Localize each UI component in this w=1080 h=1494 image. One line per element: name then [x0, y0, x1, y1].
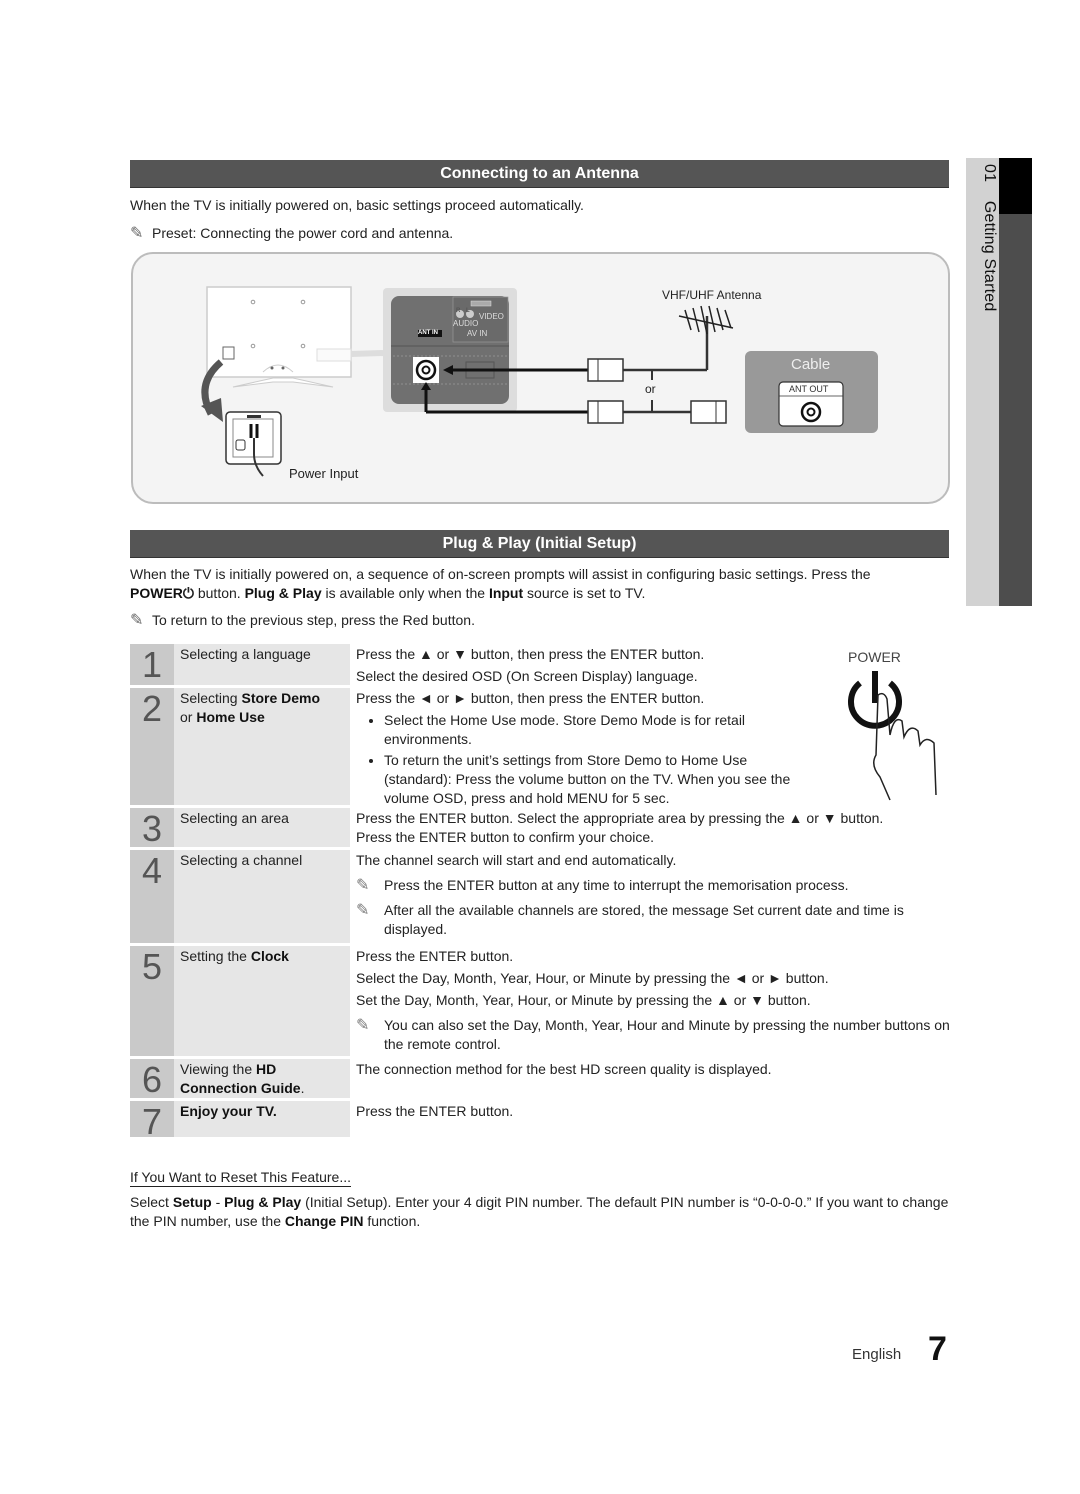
note-pencil-icon: ✎ [356, 877, 370, 894]
footer-language: English [852, 1346, 902, 1363]
step-title: Viewing the HD Connection Guide. [174, 1059, 350, 1098]
note-pencil-icon: ✎ [130, 225, 144, 242]
step-title: Selecting a channel [174, 850, 350, 943]
step-description: The connection method for the best HD sc… [356, 1061, 772, 1077]
step-title: Selecting a language [174, 644, 350, 685]
bullet-item: Select the Home Use mode. Store Demo Mod… [384, 711, 800, 749]
cable-label: Cable [791, 356, 831, 373]
note-pencil-icon: ✎ [130, 612, 144, 629]
audio-label: AUDIO [453, 319, 479, 328]
step-row: 3 Selecting an area Press the ENTER butt… [130, 808, 950, 848]
video-label: VIDEO [479, 312, 504, 321]
step-row: 5 Setting the Clock Press the ENTER butt… [130, 946, 950, 1056]
or-label: or [645, 382, 656, 396]
antenna-label: VHF/UHF Antenna [662, 288, 762, 302]
step-number: 1 [130, 644, 174, 685]
audio-r-label: R [456, 308, 461, 314]
step-number: 3 [130, 808, 174, 848]
chapter-title: Getting Started [981, 200, 998, 312]
step-description: Press the ENTER button. [356, 1103, 514, 1119]
step-number: 5 [130, 946, 174, 1056]
section-title-plug-play: Plug & Play (Initial Setup) [130, 530, 949, 558]
step-description: Press the ENTER button. Select the Day, … [356, 948, 950, 1052]
plug-play-intro: When the TV is initially powered on, a s… [130, 566, 871, 601]
step-number: 6 [130, 1059, 174, 1099]
power-symbol-icon: ⏻ [182, 585, 194, 601]
power-label: POWER [130, 585, 183, 601]
chapter-tab-label: 01 Getting Started [968, 164, 998, 364]
chapter-number: 01 [981, 164, 998, 183]
diagram-svg [201, 286, 878, 477]
step-number: 7 [130, 1101, 174, 1141]
ant-out-label: ANT OUT [789, 384, 829, 394]
step-description: Press the ◄ or ► button, then press the … [350, 688, 950, 808]
note-pencil-icon: ✎ [356, 1017, 370, 1034]
power-input-label: Power Input [289, 466, 359, 481]
page-number: 7 [928, 1330, 947, 1368]
step-number: 2 [130, 688, 174, 805]
tv-terminal-panel [383, 288, 517, 412]
chapter-tab-dark [999, 158, 1032, 606]
setup-steps-table: 1 Selecting a language Press the ▲ or ▼ … [130, 644, 950, 1141]
power-input-icon [225, 411, 282, 477]
step-description: Press the ▲ or ▼ button, then press the … [356, 646, 705, 684]
step-title: Selecting an area [174, 808, 350, 847]
step-title: Selecting Store Demo or Home Use [174, 688, 350, 805]
reset-heading: If You Want to Reset This Feature... [130, 1169, 352, 1187]
antenna-intro: When the TV is initially powered on, bas… [130, 197, 584, 213]
bullet-item: To return the unit’s settings from Store… [384, 751, 800, 808]
step-number: 4 [130, 850, 174, 943]
step-description: The channel search will start and end au… [356, 852, 904, 937]
antenna-note: ✎ Preset: Connecting the power cord and a… [130, 225, 454, 242]
audio-l-label: L [466, 308, 470, 314]
section-title-antenna: Connecting to an Antenna [130, 160, 949, 188]
step-row: 1 Selecting a language Press the ▲ or ▼ … [130, 644, 950, 685]
step-description: Press the ENTER button. Select the appro… [356, 810, 884, 845]
step-row: 2 Selecting Store Demo or Home Use Press… [130, 688, 950, 808]
av-in-label: AV IN [467, 329, 488, 338]
ant-in-label: ANT IN [418, 330, 438, 336]
antenna-connection-diagram: Power Input ANT IN AUDIO VIDEO AV IN R L… [131, 252, 950, 504]
chapter-tab-marker [999, 158, 1032, 214]
plug-play-note: ✎ To return to the previous step, press t… [130, 612, 475, 629]
step-title: Enjoy your TV. [174, 1101, 350, 1137]
note-pencil-icon: ✎ [356, 902, 370, 919]
step-row: 6 Viewing the HD Connection Guide. The c… [130, 1059, 950, 1099]
step-title: Setting the Clock [174, 946, 350, 1056]
reset-text: Select Setup - Plug & Play (Initial Setu… [130, 1194, 949, 1229]
step-row: 7 Enjoy your TV. Press the ENTER button. [130, 1101, 950, 1141]
step-row: 4 Selecting a channel The channel search… [130, 850, 950, 943]
